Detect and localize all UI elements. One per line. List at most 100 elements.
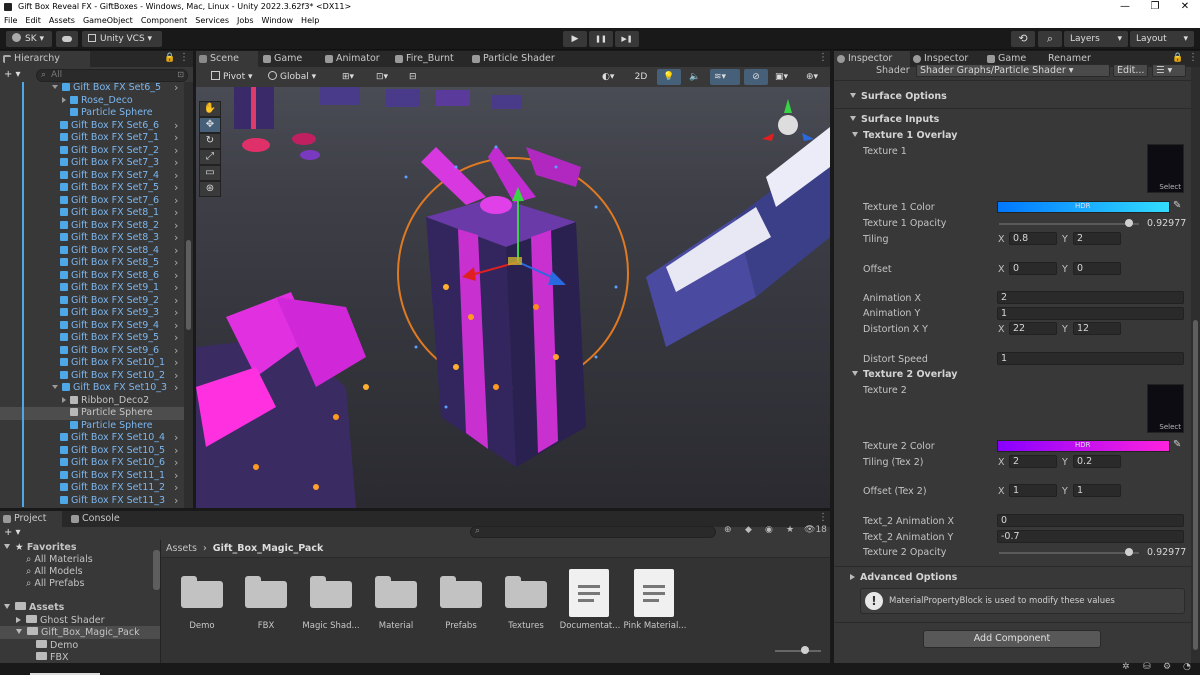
- game-icon: [987, 55, 995, 63]
- info-icon: [913, 55, 921, 63]
- asset-label: Documentat...: [559, 621, 621, 631]
- texture1-label: Texture 1: [863, 146, 907, 157]
- shader-label: Shader: [876, 65, 910, 76]
- texture2-opacity-slider[interactable]: [999, 552, 1139, 554]
- search-icon[interactable]: ⌕: [1038, 31, 1062, 47]
- asset-label: Material: [378, 621, 414, 631]
- texture2-color-swatch[interactable]: HDR: [997, 440, 1170, 452]
- edit-shader-button[interactable]: Edit...: [1113, 64, 1148, 77]
- surface-inputs-label: Surface Inputs: [861, 114, 940, 125]
- layers-dropdown[interactable]: Layers ▾: [1064, 31, 1128, 47]
- minimize-icon[interactable]: —: [1110, 0, 1140, 14]
- lock-icon[interactable]: 🔒: [1172, 53, 1183, 63]
- texture2-select-label[interactable]: Select: [1159, 423, 1181, 431]
- texture2-opacity-value[interactable]: 0.92977: [1147, 547, 1186, 558]
- texture1-select-label[interactable]: Select: [1159, 183, 1181, 191]
- t2-anim-y-label: Text_2 Animation Y: [863, 532, 954, 543]
- asset-label: Pink Material...: [623, 621, 687, 631]
- icon-size-slider-knob[interactable]: [801, 646, 809, 654]
- folder-icon[interactable]: [375, 576, 417, 608]
- distortion-x-field[interactable]: 22: [1009, 322, 1057, 335]
- distortion-y-label: Y: [1062, 324, 1068, 335]
- tiling2-label: Tiling (Tex 2): [863, 457, 924, 468]
- close-icon[interactable]: ✕: [1170, 0, 1200, 14]
- divider: [834, 80, 1191, 81]
- texture2-slot[interactable]: Select: [1147, 384, 1184, 433]
- t2-anim-y-field[interactable]: -0.7: [997, 530, 1184, 543]
- foldout-arrow-icon: [852, 132, 858, 137]
- inspector-scroll-thumb[interactable]: [1193, 320, 1198, 650]
- foldout-arrow-icon: [850, 93, 856, 98]
- document-icon[interactable]: [634, 569, 674, 617]
- texture1-opacity-label: Texture 1 Opacity: [863, 218, 947, 229]
- texture2-overlay-foldout[interactable]: Texture 2 Overlay: [852, 369, 957, 380]
- shader-dropdown[interactable]: Shader Graphs/Particle Shader ▾: [916, 64, 1110, 77]
- t2-anim-x-label: Text_2 Animation X: [863, 516, 954, 527]
- texture1-color-swatch[interactable]: HDR: [997, 201, 1170, 213]
- foldout-arrow-icon: [852, 371, 858, 376]
- maximize-icon[interactable]: ❐: [1140, 0, 1170, 14]
- distortion-y-field[interactable]: 12: [1073, 322, 1121, 335]
- tiling-x-field[interactable]: 0.8: [1009, 232, 1057, 245]
- texture1-opacity-value[interactable]: 0.92977: [1147, 218, 1186, 229]
- texture2-opacity-label: Texture 2 Opacity: [863, 547, 947, 558]
- t2-anim-x-field[interactable]: 0: [997, 514, 1184, 527]
- foldout-arrow-icon: [850, 116, 856, 121]
- tiling2-x-field[interactable]: 2: [1009, 455, 1057, 468]
- animation-x-field[interactable]: 2: [997, 291, 1184, 304]
- icon-size-slider[interactable]: [775, 650, 821, 652]
- bug-icon[interactable]: ✲: [1122, 662, 1130, 672]
- offset2-x-field[interactable]: 1: [1009, 484, 1057, 497]
- cache-icon[interactable]: ⛁: [1143, 662, 1151, 672]
- texture1-opacity-slider[interactable]: [999, 223, 1139, 225]
- tiling-y-label: Y: [1062, 234, 1068, 245]
- document-icon[interactable]: [569, 569, 609, 617]
- add-component-button[interactable]: Add Component: [923, 630, 1101, 648]
- distort-speed-field[interactable]: 1: [997, 352, 1184, 365]
- hdr-label: HDR: [1075, 441, 1091, 449]
- more-options-icon[interactable]: ⋮: [1188, 52, 1198, 63]
- distortion-x-label: X: [998, 324, 1005, 335]
- divider: [834, 108, 1191, 109]
- texture2-color-label: Texture 2 Color: [863, 441, 935, 452]
- build-icon[interactable]: ⚙: [1163, 662, 1171, 672]
- tiling2-y-field[interactable]: 0.2: [1073, 455, 1121, 468]
- surface-inputs-foldout[interactable]: Surface Inputs: [850, 114, 939, 125]
- asset-grid: Demo FBX Magic Shad... Material Prefabs Textu…: [161, 558, 830, 663]
- folder-icon[interactable]: [181, 576, 223, 608]
- folder-icon[interactable]: [245, 576, 287, 608]
- animation-y-field[interactable]: 1: [997, 307, 1184, 320]
- eyedropper-icon[interactable]: ✎: [1173, 200, 1181, 211]
- history-icon[interactable]: ⟲: [1011, 31, 1035, 47]
- layers-label: Layers: [1070, 34, 1100, 44]
- folder-icon[interactable]: [310, 576, 352, 608]
- asset-label: Magic Shad...: [302, 621, 360, 631]
- texture1-slot[interactable]: Select: [1147, 144, 1184, 193]
- inspector-scrollbar[interactable]: [1191, 67, 1200, 663]
- advanced-options-label: Advanced Options: [860, 572, 958, 583]
- tiling-y-field[interactable]: 2: [1073, 232, 1121, 245]
- folder-icon[interactable]: [505, 576, 547, 608]
- texture1-color-label: Texture 1 Color: [863, 202, 935, 213]
- advanced-options-foldout[interactable]: Advanced Options: [850, 572, 957, 583]
- tab-inspector-2-label: Inspector: [924, 53, 969, 64]
- texture1-overlay-foldout[interactable]: Texture 1 Overlay: [852, 130, 957, 141]
- surface-options-foldout[interactable]: Surface Options: [850, 91, 947, 102]
- offset2-y-field[interactable]: 1: [1073, 484, 1121, 497]
- info-icon: [837, 55, 845, 63]
- offset2-x-label: X: [998, 486, 1005, 497]
- offset-y-field[interactable]: 0: [1073, 262, 1121, 275]
- offset-x-field[interactable]: 0: [1009, 262, 1057, 275]
- chevron-down-icon: ▾: [1183, 34, 1188, 44]
- shader-menu-button[interactable]: ☰ ▾: [1152, 64, 1186, 77]
- foldout-arrow-icon: [850, 574, 855, 580]
- info-icon: !: [865, 592, 883, 610]
- tiling2-y-label: Y: [1062, 457, 1068, 468]
- folder-icon[interactable]: [440, 576, 482, 608]
- eyedropper-icon[interactable]: ✎: [1173, 439, 1181, 450]
- info-message: MaterialPropertyBlock is used to modify …: [889, 596, 1115, 606]
- layout-dropdown[interactable]: Layout ▾: [1130, 31, 1194, 47]
- info-helpbox: ! MaterialPropertyBlock is used to modif…: [860, 588, 1185, 614]
- notification-icon[interactable]: ◔: [1183, 662, 1191, 672]
- asset-label: FBX: [257, 621, 275, 631]
